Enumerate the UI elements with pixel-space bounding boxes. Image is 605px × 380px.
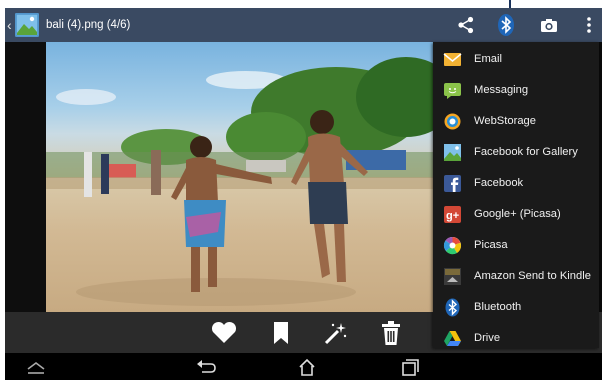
facebook-gallery-icon <box>443 143 462 162</box>
collapse-icon[interactable] <box>23 356 49 378</box>
svg-text:g+: g+ <box>446 210 459 222</box>
share-item-drive[interactable]: Drive <box>433 323 599 353</box>
webstorage-icon <box>443 112 462 131</box>
share-menu: Email Messaging WebStorage Facebook for … <box>433 42 599 348</box>
magic-wand-icon[interactable] <box>321 319 349 347</box>
recent-apps-icon[interactable] <box>397 356 423 378</box>
messaging-icon <box>443 81 462 100</box>
share-item-label: Bluetooth <box>474 301 522 313</box>
share-item-webstorage[interactable]: WebStorage <box>433 106 599 136</box>
more-icon[interactable] <box>579 15 599 35</box>
bluetooth-icon <box>443 298 462 317</box>
share-item-label: Drive <box>474 332 501 344</box>
share-item-label: Picasa <box>474 239 508 251</box>
share-item-picasa[interactable]: Picasa <box>433 230 599 260</box>
email-icon <box>443 50 462 69</box>
share-item-label: Facebook <box>474 177 524 189</box>
bookmark-icon[interactable] <box>267 319 295 347</box>
back-icon[interactable]: ‹ <box>7 16 15 34</box>
google-plus-icon: g+ <box>443 205 462 224</box>
action-bar: ‹ bali (4).png (4/6) <box>5 8 602 42</box>
share-item-label: Google+ (Picasa) <box>474 208 561 220</box>
image-thumbnail-icon[interactable] <box>15 13 39 37</box>
share-item-facebook[interactable]: Facebook <box>433 168 599 198</box>
picasa-icon <box>443 236 462 255</box>
share-item-kindle[interactable]: Amazon Send to Kindle <box>433 261 599 291</box>
left-margin <box>5 42 46 312</box>
share-item-messaging[interactable]: Messaging <box>433 75 599 105</box>
share-item-bluetooth[interactable]: Bluetooth <box>433 292 599 322</box>
facebook-icon <box>443 174 462 193</box>
photo-view[interactable] <box>46 42 438 312</box>
trash-icon[interactable] <box>377 319 405 347</box>
drive-icon <box>443 329 462 348</box>
tablet-screen: ‹ bali (4).png (4/6) Email Messaging Web… <box>5 8 602 380</box>
share-item-label: Amazon Send to Kindle <box>474 270 591 282</box>
kindle-icon <box>443 267 462 286</box>
home-icon[interactable] <box>294 356 320 378</box>
share-item-google-plus[interactable]: g+ Google+ (Picasa) <box>433 199 599 229</box>
share-item-label: Messaging <box>474 84 529 96</box>
share-icon[interactable] <box>456 15 476 35</box>
system-nav-bar <box>5 353 602 380</box>
share-item-label: Email <box>474 53 502 65</box>
bluetooth-icon[interactable] <box>495 13 517 37</box>
share-item-label: Facebook for Gallery <box>474 146 578 158</box>
page-title: bali (4).png (4/6) <box>46 19 131 31</box>
back-nav-icon[interactable] <box>193 356 219 378</box>
share-item-facebook-gallery[interactable]: Facebook for Gallery <box>433 137 599 167</box>
share-item-email[interactable]: Email <box>433 44 599 74</box>
share-item-label: WebStorage <box>474 115 536 127</box>
camera-icon[interactable] <box>539 15 559 35</box>
heart-icon[interactable] <box>210 319 238 347</box>
